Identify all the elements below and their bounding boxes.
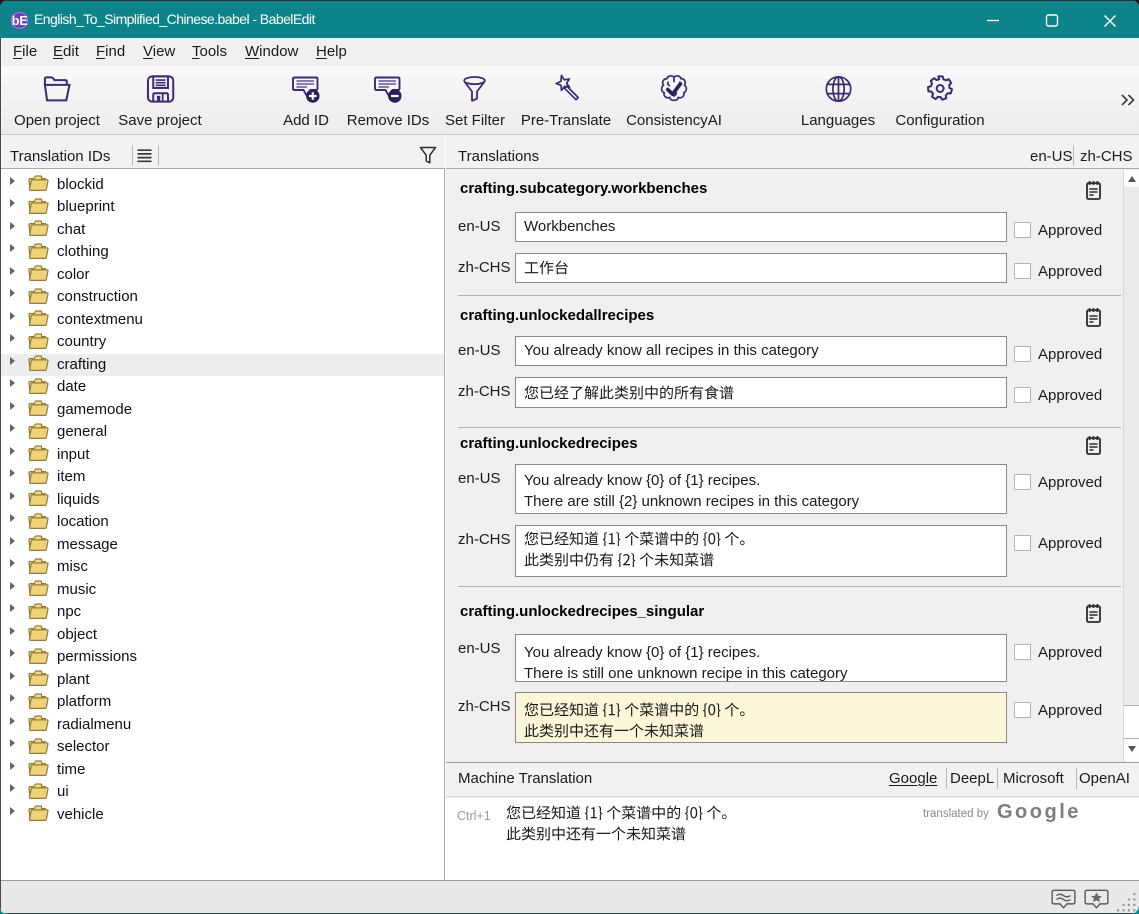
svg-text:bE: bE bbox=[12, 14, 28, 28]
